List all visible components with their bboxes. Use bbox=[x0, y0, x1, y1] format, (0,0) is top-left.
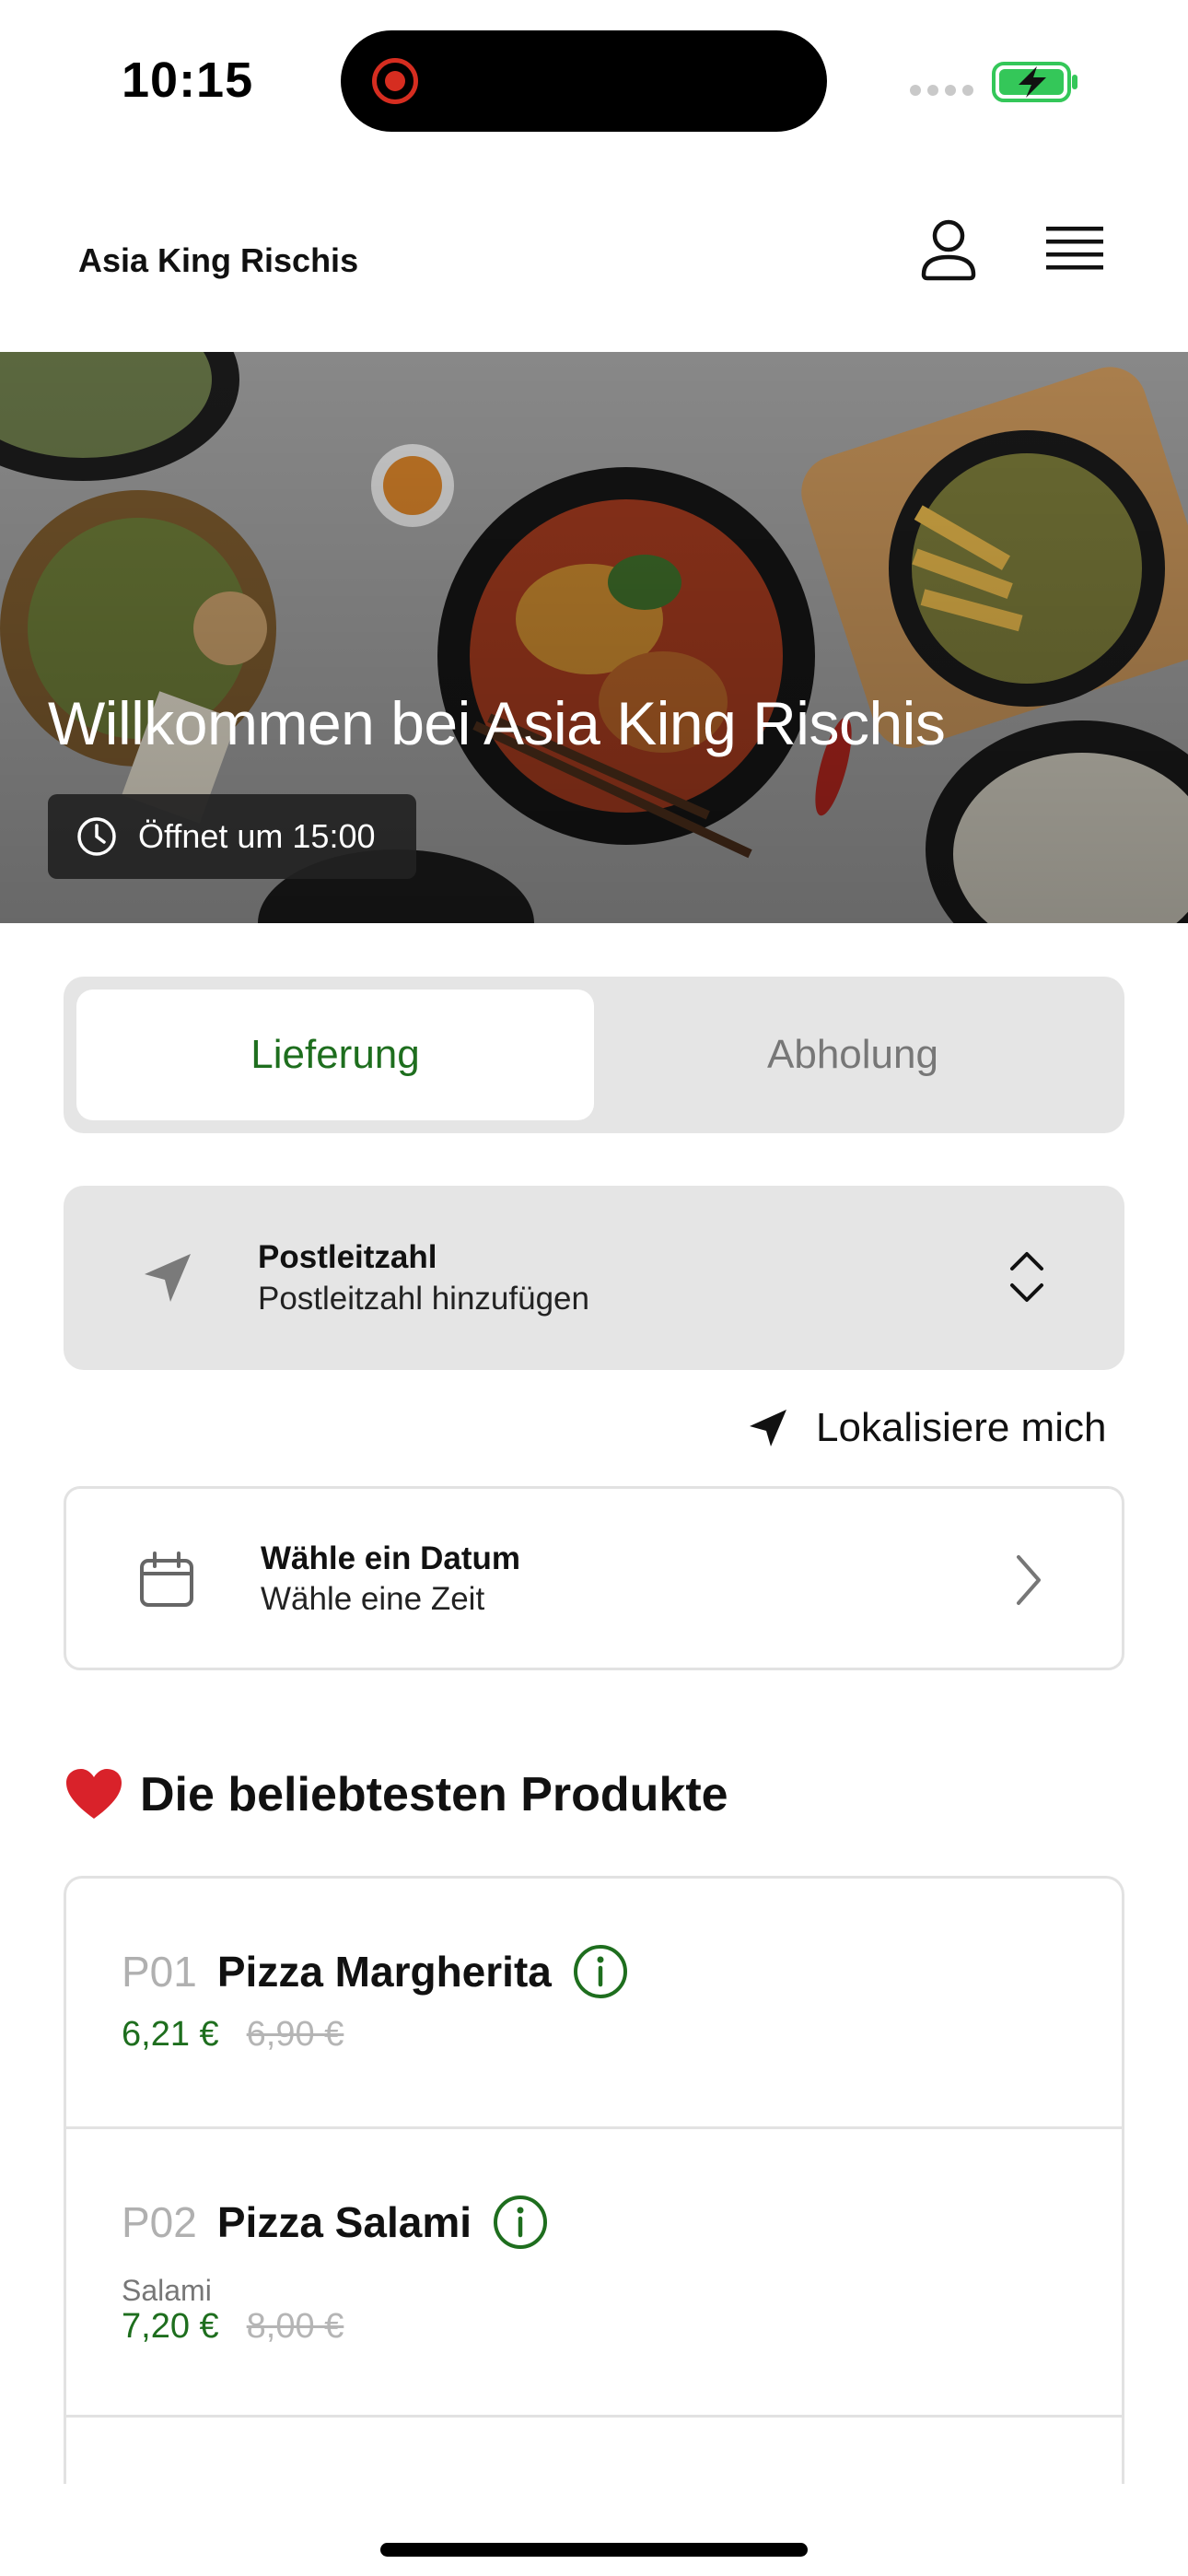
product-price: 7,20 € 8,00 € bbox=[122, 2307, 344, 2347]
popular-products-heading: Die beliebtesten Produkte bbox=[64, 1767, 728, 1822]
battery-icon bbox=[992, 62, 1077, 102]
opening-hours-badge: Öffnet um 15:00 bbox=[48, 794, 416, 879]
status-bar: 10:15 bbox=[0, 0, 1188, 157]
tab-lieferung[interactable]: Lieferung bbox=[76, 989, 594, 1120]
app-header: Asia King Rischis bbox=[0, 157, 1188, 352]
postal-code-placeholder: Postleitzahl hinzufügen bbox=[258, 1281, 589, 1317]
calendar-icon bbox=[140, 1551, 193, 1607]
home-indicator[interactable] bbox=[380, 2543, 808, 2557]
opening-hours-text: Öffnet um 15:00 bbox=[138, 817, 376, 855]
product-price: 6,21 € 6,90 € bbox=[122, 2015, 344, 2055]
product-header: P02 Pizza Salami bbox=[122, 2194, 549, 2251]
chevron-right-icon bbox=[1017, 1555, 1041, 1605]
locate-me-button[interactable]: Lokalisiere mich bbox=[746, 1400, 1106, 1456]
current-price: 6,21 € bbox=[122, 2015, 219, 2054]
signal-icon bbox=[910, 85, 973, 96]
date-label: Wähle ein Datum bbox=[261, 1540, 520, 1576]
clock-icon bbox=[77, 817, 116, 856]
date-picker[interactable]: Wähle ein Datum Wähle eine Zeit bbox=[64, 1486, 1124, 1670]
product-list: P01 Pizza Margherita 6,21 € 6,90 € P02 P… bbox=[64, 1876, 1124, 2484]
list-item[interactable]: P02 Pizza Salami Salami 7,20 € 8,00 € bbox=[66, 2129, 1122, 2418]
info-icon[interactable] bbox=[572, 1943, 629, 2000]
heart-icon bbox=[66, 1769, 122, 1819]
tab-abholung[interactable]: Abholung bbox=[594, 989, 1112, 1120]
menu-icon[interactable] bbox=[1039, 221, 1111, 280]
locate-me-label: Lokalisiere mich bbox=[816, 1405, 1107, 1450]
current-price: 7,20 € bbox=[122, 2307, 219, 2346]
info-icon[interactable] bbox=[492, 2194, 549, 2251]
product-header: P01 Pizza Margherita bbox=[122, 1943, 629, 2000]
record-icon bbox=[372, 58, 418, 104]
order-type-toggle: Lieferung Abholung bbox=[64, 977, 1124, 1133]
original-price: 8,00 € bbox=[246, 2307, 344, 2346]
time-hint: Wähle eine Zeit bbox=[261, 1581, 485, 1617]
postal-code-label: Postleitzahl bbox=[258, 1239, 437, 1275]
chevron-updown-icon bbox=[1010, 1252, 1043, 1302]
product-code: P01 bbox=[122, 1948, 197, 1996]
dynamic-island bbox=[341, 30, 827, 132]
product-code: P02 bbox=[122, 2198, 197, 2246]
brand-name[interactable]: Asia King Rischis bbox=[78, 241, 358, 280]
welcome-title: Willkommen bei Asia King Rischis bbox=[48, 689, 946, 757]
hero-banner: Willkommen bei Asia King Rischis Öffnet … bbox=[0, 352, 1188, 923]
navigation-arrow-icon bbox=[750, 1410, 786, 1446]
status-time: 10:15 bbox=[122, 53, 254, 108]
product-name: Pizza Salami bbox=[216, 2198, 472, 2246]
postal-code-selector[interactable]: Postleitzahl Postleitzahl hinzufügen bbox=[64, 1186, 1124, 1370]
product-description: Salami bbox=[122, 2274, 212, 2307]
product-name: Pizza Margherita bbox=[216, 1948, 552, 1996]
list-item[interactable]: P01 Pizza Margherita 6,21 € 6,90 € bbox=[66, 1879, 1122, 2129]
navigation-arrow-icon bbox=[145, 1254, 191, 1302]
original-price: 6,90 € bbox=[246, 2015, 344, 2054]
user-icon[interactable] bbox=[912, 214, 985, 287]
popular-products-title: Die beliebtesten Produkte bbox=[140, 1768, 728, 1821]
